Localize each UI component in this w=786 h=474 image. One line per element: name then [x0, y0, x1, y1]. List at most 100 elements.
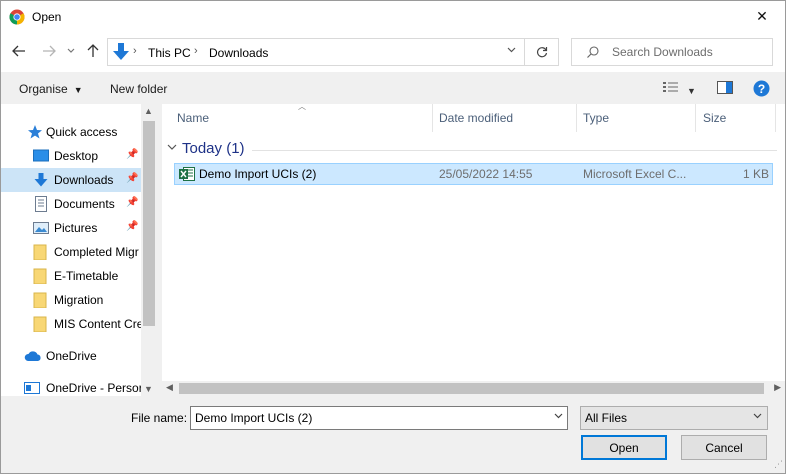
- refresh-button[interactable]: [524, 39, 558, 65]
- sidebar-item-label: OneDrive: [46, 349, 97, 363]
- filter-dropdown-button[interactable]: [753, 411, 762, 422]
- file-type-filter-value: All Files: [585, 411, 628, 425]
- scroll-down-icon[interactable]: ▼: [144, 384, 153, 394]
- address-dropdown-button[interactable]: [504, 45, 518, 59]
- chevron-down-icon: [554, 413, 563, 419]
- arrow-up-icon: [87, 44, 99, 57]
- folder-icon: [33, 244, 47, 260]
- file-type-filter[interactable]: All Files: [580, 406, 768, 430]
- up-button[interactable]: [83, 40, 103, 62]
- change-view-button[interactable]: [663, 81, 679, 96]
- file-name: Demo Import UCIs (2): [199, 167, 317, 181]
- recent-locations-button[interactable]: [63, 40, 79, 62]
- scroll-up-icon[interactable]: ▲: [144, 106, 153, 116]
- sidebar-item-documents[interactable]: Documents 📌: [1, 192, 141, 216]
- scroll-right-icon[interactable]: ▶: [774, 382, 781, 393]
- address-bar[interactable]: › This PC › Downloads: [107, 38, 559, 66]
- column-header-type[interactable]: Type: [577, 104, 696, 132]
- close-icon: ✕: [756, 8, 768, 24]
- chevron-down-icon: [507, 47, 515, 53]
- open-file-dialog: Open ✕ › This PC › Downloads Search Down…: [0, 0, 786, 474]
- new-folder-button[interactable]: New folder: [110, 82, 167, 96]
- sidebar-item-mis-content[interactable]: MIS Content Cre: [1, 312, 144, 336]
- sidebar-item-downloads[interactable]: Downloads 📌: [1, 168, 141, 192]
- close-button[interactable]: ✕: [739, 1, 785, 32]
- sidebar-item-label: E-Timetable: [54, 269, 119, 283]
- scrollbar-thumb[interactable]: [179, 383, 764, 394]
- download-icon: [34, 173, 48, 187]
- forward-button[interactable]: [39, 40, 59, 62]
- file-name-field[interactable]: Demo Import UCIs (2): [195, 411, 312, 425]
- desktop-icon: [33, 149, 49, 162]
- folder-icon: [33, 268, 47, 284]
- sidebar-item-label: OneDrive - Persor: [46, 381, 143, 395]
- sidebar-item-quick-access[interactable]: Quick access: [1, 120, 141, 144]
- help-button[interactable]: ?: [753, 80, 770, 100]
- scrollbar-thumb[interactable]: [143, 121, 155, 326]
- sidebar-item-label: MIS Content Cre: [54, 317, 144, 331]
- file-list: ︿ Name Date modified Type Size Today (1)…: [162, 102, 785, 381]
- breadcrumb-this-pc[interactable]: This PC: [148, 46, 191, 60]
- pictures-icon: [33, 222, 49, 234]
- breadcrumb-downloads[interactable]: Downloads: [209, 46, 268, 60]
- group-header-today[interactable]: Today (1): [182, 140, 245, 157]
- breadcrumb-separator: ›: [194, 45, 198, 57]
- sidebar-item-desktop[interactable]: Desktop 📌: [1, 144, 141, 168]
- organise-menu[interactable]: Organise ▼: [19, 82, 83, 96]
- file-list-horizontal-scrollbar[interactable]: ◀ ▶: [162, 381, 785, 396]
- refresh-icon: [536, 47, 547, 58]
- sidebar-item-onedrive-personal[interactable]: OneDrive - Persor: [1, 376, 143, 396]
- cancel-button[interactable]: Cancel: [681, 435, 767, 460]
- navigation-pane: Quick access Desktop 📌 Downloads 📌 Docum…: [1, 104, 157, 396]
- star-icon: [28, 125, 42, 139]
- preview-pane-button[interactable]: [717, 81, 733, 97]
- file-name-combobox[interactable]: Demo Import UCIs (2): [190, 406, 568, 430]
- sidebar-item-label: Downloads: [54, 173, 114, 187]
- scroll-left-icon[interactable]: ◀: [166, 382, 173, 393]
- search-input[interactable]: [612, 45, 767, 59]
- chevron-down-icon: [167, 144, 177, 150]
- search-box[interactable]: [571, 38, 773, 66]
- sidebar-item-e-timetable[interactable]: E-Timetable: [1, 264, 141, 288]
- navigation-pane-scrollbar[interactable]: ▲ ▼: [141, 104, 157, 396]
- sidebar-item-pictures[interactable]: Pictures 📌: [1, 216, 141, 240]
- file-row[interactable]: Demo Import UCIs (2) 25/05/2022 14:55 Mi…: [174, 163, 773, 185]
- column-header-label: Size: [703, 111, 727, 125]
- cloud-icon: [24, 351, 41, 361]
- open-button[interactable]: Open: [581, 435, 667, 460]
- breadcrumb-separator: ›: [133, 45, 137, 57]
- column-header-size[interactable]: Size: [696, 104, 776, 132]
- sidebar-item-completed-migr[interactable]: Completed Migr: [1, 240, 141, 264]
- back-button[interactable]: [9, 40, 29, 62]
- view-options-dropdown[interactable]: ▼: [687, 83, 696, 97]
- pin-icon: 📌: [126, 221, 139, 232]
- sidebar-item-label: Migration: [54, 293, 104, 307]
- preview-pane-icon: [717, 81, 733, 94]
- file-name-dropdown-button[interactable]: [554, 411, 563, 422]
- navigation-bar: › This PC › Downloads: [1, 32, 785, 72]
- folder-icon: [33, 316, 47, 332]
- column-header-name[interactable]: ︿ Name: [162, 102, 433, 132]
- onedrive-business-icon: [24, 382, 40, 394]
- group-divider: [252, 150, 777, 151]
- resize-grip-icon[interactable]: ⋰: [774, 459, 783, 470]
- details-view-icon: [663, 82, 678, 92]
- sidebar-item-label: Pictures: [54, 221, 98, 235]
- column-header-date[interactable]: Date modified: [433, 104, 577, 132]
- sidebar-item-onedrive[interactable]: OneDrive: [1, 344, 141, 368]
- pin-icon: 📌: [126, 197, 139, 208]
- file-type: Microsoft Excel C...: [583, 167, 687, 181]
- group-collapse-icon[interactable]: [167, 143, 177, 154]
- file-date-modified: 25/05/2022 14:55: [439, 167, 533, 181]
- column-header-label: Date modified: [439, 111, 514, 125]
- sidebar-item-label: Desktop: [54, 149, 99, 163]
- excel-icon: [179, 167, 195, 181]
- sidebar-item-label: Documents: [54, 197, 115, 211]
- chevron-down-icon: [67, 48, 75, 53]
- arrow-right-icon: [43, 45, 56, 57]
- sidebar-item-migration[interactable]: Migration: [1, 288, 141, 312]
- chrome-icon: [9, 9, 25, 25]
- caret-down-icon: ▼: [73, 85, 83, 95]
- column-header-label: Name: [177, 111, 210, 125]
- help-icon: ?: [753, 80, 770, 97]
